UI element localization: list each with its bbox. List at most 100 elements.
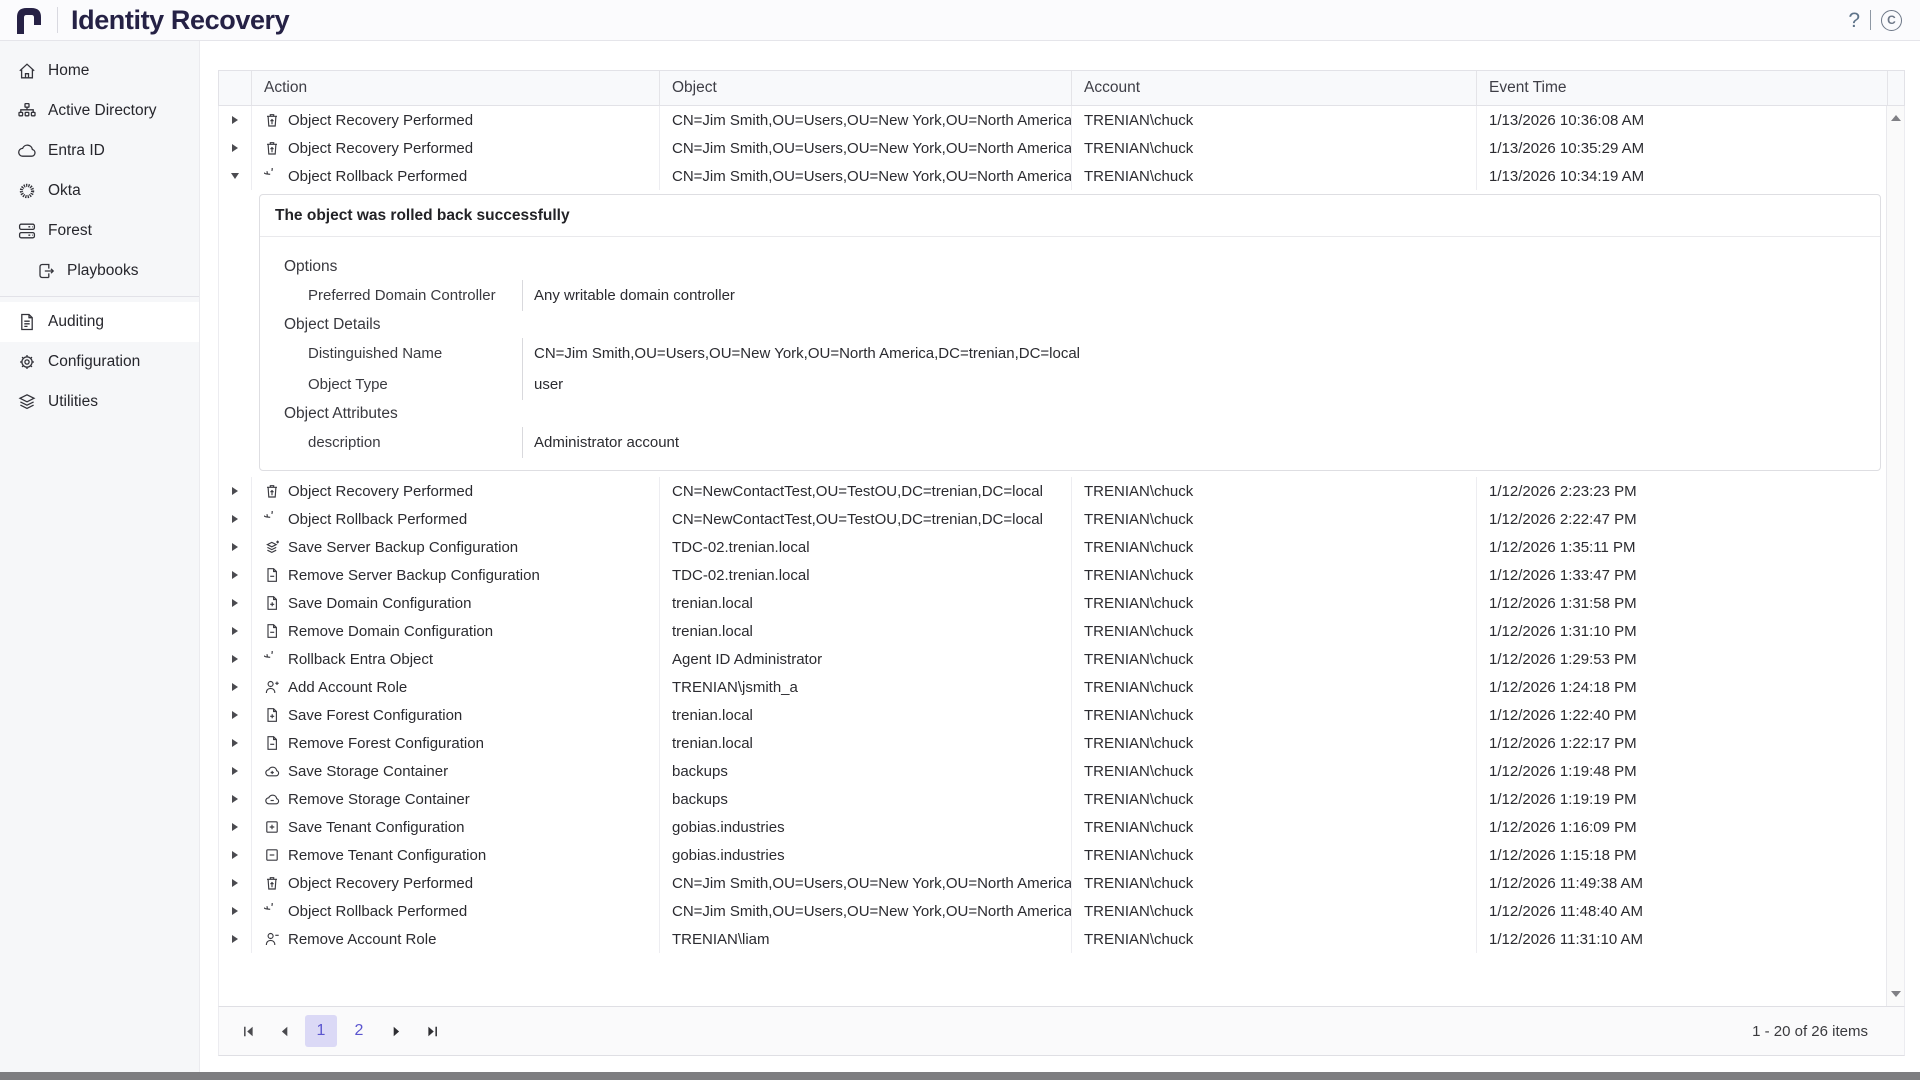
- field-label: description: [260, 427, 522, 458]
- vertical-scrollbar[interactable]: [1886, 106, 1904, 1006]
- table-row[interactable]: Object Recovery Performed CN=Jim Smith,O…: [219, 106, 1888, 134]
- sidebar-item-label: Configuration: [48, 353, 140, 371]
- header-action[interactable]: Action: [252, 71, 660, 105]
- detail-field-row: Distinguished Name CN=Jim Smith,OU=Users…: [260, 338, 1880, 369]
- table-row[interactable]: Remove Domain Configuration trenian.loca…: [219, 617, 1888, 645]
- sidebar-item-configuration[interactable]: Configuration: [0, 342, 199, 382]
- user-badge-icon[interactable]: C: [1881, 10, 1902, 31]
- scroll-down-arrow-icon[interactable]: [1887, 986, 1904, 1002]
- account-cell: TRENIAN\chuck: [1072, 134, 1477, 162]
- expander-arrow-icon: [232, 823, 238, 831]
- table-row[interactable]: Remove Tenant Configuration gobias.indus…: [219, 841, 1888, 869]
- action-label: Object Recovery Performed: [288, 140, 473, 157]
- expander-arrow-icon: [231, 173, 239, 179]
- row-expander[interactable]: [219, 589, 252, 617]
- account-cell: TRENIAN\chuck: [1072, 897, 1477, 925]
- sidebar-item-playbooks[interactable]: Playbooks: [0, 251, 199, 291]
- account-cell: TRENIAN\chuck: [1072, 617, 1477, 645]
- object-cell: gobias.industries: [660, 813, 1072, 841]
- app-bar: Identity Recovery ? C: [0, 0, 1920, 41]
- utilities-layers-icon: [17, 392, 37, 412]
- header-object[interactable]: Object: [660, 71, 1072, 105]
- page-button-1[interactable]: 1: [305, 1015, 337, 1047]
- table-row[interactable]: Add Account Role TRENIAN\jsmith_a TRENIA…: [219, 673, 1888, 701]
- rollback-icon: [264, 511, 280, 527]
- table-row[interactable]: Save Tenant Configuration gobias.industr…: [219, 813, 1888, 841]
- table-row[interactable]: Object Recovery Performed CN=Jim Smith,O…: [219, 134, 1888, 162]
- first-page-button[interactable]: [233, 1016, 263, 1046]
- row-expander[interactable]: [219, 701, 252, 729]
- row-expander[interactable]: [219, 106, 252, 134]
- table-row[interactable]: Save Server Backup Configuration TDC-02.…: [219, 533, 1888, 561]
- last-page-button[interactable]: [417, 1016, 447, 1046]
- row-expander[interactable]: [219, 869, 252, 897]
- table-row[interactable]: Object Recovery Performed CN=Jim Smith,O…: [219, 869, 1888, 897]
- forest-icon: [17, 221, 37, 241]
- table-row[interactable]: Save Storage Container backups TRENIAN\c…: [219, 757, 1888, 785]
- row-expander[interactable]: [219, 645, 252, 673]
- row-expander[interactable]: [219, 673, 252, 701]
- previous-page-button[interactable]: [269, 1016, 299, 1046]
- object-cell: trenian.local: [660, 729, 1072, 757]
- row-expander[interactable]: [219, 729, 252, 757]
- account-cell: TRENIAN\chuck: [1072, 106, 1477, 134]
- row-expander[interactable]: [219, 897, 252, 925]
- row-expander[interactable]: [219, 841, 252, 869]
- event-time-cell: 1/12/2026 1:35:11 PM: [1477, 533, 1888, 561]
- action-label: Remove Tenant Configuration: [288, 847, 486, 864]
- page-minus-icon: [264, 623, 280, 639]
- section-heading-options: Options: [260, 253, 1880, 280]
- table-row[interactable]: Remove Account Role TRENIAN\liam TRENIAN…: [219, 925, 1888, 953]
- table-row[interactable]: Save Domain Configuration trenian.local …: [219, 589, 1888, 617]
- row-expander[interactable]: [219, 757, 252, 785]
- table-row[interactable]: Save Forest Configuration trenian.local …: [219, 701, 1888, 729]
- row-expander[interactable]: [219, 925, 252, 953]
- help-icon[interactable]: ?: [1848, 10, 1860, 31]
- event-time-cell: 1/12/2026 11:49:38 AM: [1477, 869, 1888, 897]
- sidebar-item-auditing[interactable]: Auditing: [0, 302, 199, 342]
- object-cell: backups: [660, 785, 1072, 813]
- table-row[interactable]: Remove Forest Configuration trenian.loca…: [219, 729, 1888, 757]
- object-cell: CN=NewContactTest,OU=TestOU,DC=trenian,D…: [660, 477, 1072, 505]
- table-row[interactable]: Remove Storage Container backups TRENIAN…: [219, 785, 1888, 813]
- row-expander[interactable]: [219, 477, 252, 505]
- expander-arrow-icon: [232, 683, 238, 691]
- table-row[interactable]: Rollback Entra Object Agent ID Administr…: [219, 645, 1888, 673]
- expander-arrow-icon: [232, 599, 238, 607]
- account-cell: TRENIAN\chuck: [1072, 645, 1477, 673]
- sidebar-item-home[interactable]: Home: [0, 51, 199, 91]
- auditing-document-icon: [17, 312, 37, 332]
- table-row[interactable]: Remove Server Backup Configuration TDC-0…: [219, 561, 1888, 589]
- table-row[interactable]: Object Rollback Performed CN=NewContactT…: [219, 505, 1888, 533]
- page-button-2[interactable]: 2: [343, 1015, 375, 1047]
- row-expander[interactable]: [219, 533, 252, 561]
- next-page-button[interactable]: [381, 1016, 411, 1046]
- event-time-cell: 1/12/2026 1:29:53 PM: [1477, 645, 1888, 673]
- expander-arrow-icon: [232, 655, 238, 663]
- sidebar-item-okta[interactable]: Okta: [0, 171, 199, 211]
- row-expander[interactable]: [219, 813, 252, 841]
- header-event-time[interactable]: Event Time: [1477, 71, 1888, 105]
- sidebar-item-forest[interactable]: Forest: [0, 211, 199, 251]
- square-minus-icon: [264, 847, 280, 863]
- row-expander[interactable]: [219, 561, 252, 589]
- sidebar-item-label: Playbooks: [67, 262, 139, 280]
- header-filler: [1888, 71, 1904, 105]
- sidebar-item-active-directory[interactable]: Active Directory: [0, 91, 199, 131]
- table-row[interactable]: Object Recovery Performed CN=NewContactT…: [219, 477, 1888, 505]
- scroll-up-arrow-icon[interactable]: [1887, 110, 1904, 126]
- row-expander[interactable]: [219, 134, 252, 162]
- account-cell: TRENIAN\chuck: [1072, 841, 1477, 869]
- action-label: Save Tenant Configuration: [288, 819, 465, 836]
- action-label: Remove Server Backup Configuration: [288, 567, 540, 584]
- row-expander[interactable]: [219, 162, 252, 190]
- table-row[interactable]: Object Rollback Performed CN=Jim Smith,O…: [219, 897, 1888, 925]
- sidebar-item-entra-id[interactable]: Entra ID: [0, 131, 199, 171]
- row-expander[interactable]: [219, 785, 252, 813]
- row-expander[interactable]: [219, 505, 252, 533]
- sidebar-item-utilities[interactable]: Utilities: [0, 382, 199, 422]
- row-expander[interactable]: [219, 617, 252, 645]
- home-icon: [17, 61, 37, 81]
- header-account[interactable]: Account: [1072, 71, 1477, 105]
- table-row[interactable]: Object Rollback Performed CN=Jim Smith,O…: [219, 162, 1888, 190]
